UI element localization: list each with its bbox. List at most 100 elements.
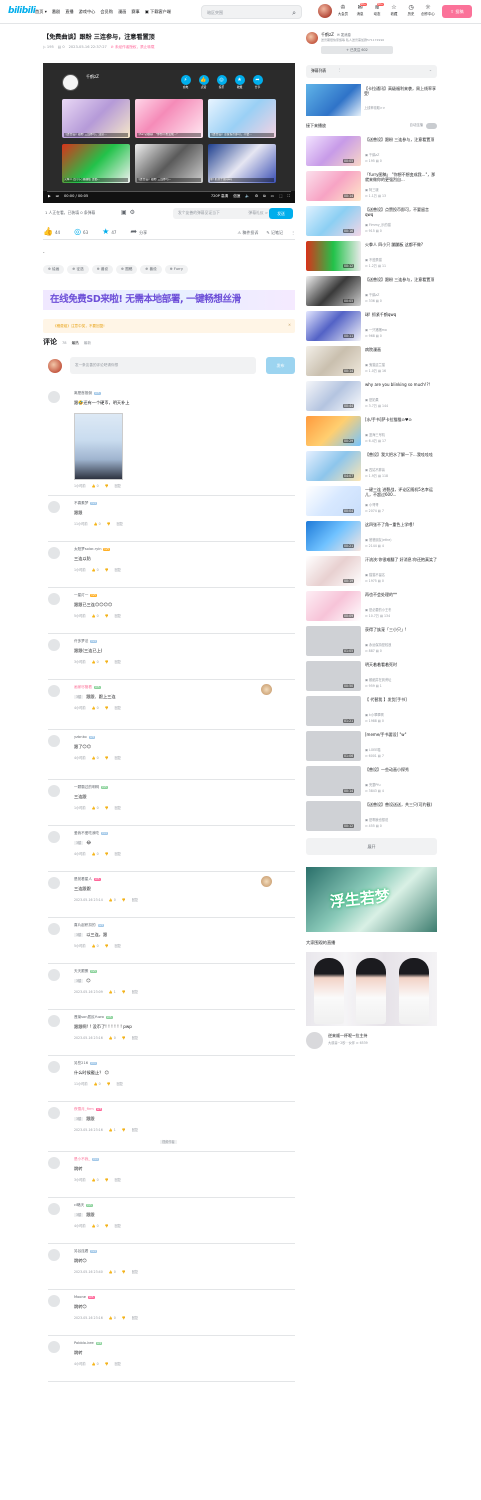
nav-item-shop[interactable]: 会员购 <box>100 9 113 14</box>
autoplay-toggle[interactable] <box>426 123 437 129</box>
reply-button[interactable]: 回复 <box>115 484 121 488</box>
reply-button[interactable]: 回复 <box>132 1036 138 1040</box>
rec-thumb[interactable]: 球! 抓紧千鹤qwq <box>208 144 276 183</box>
volume-icon[interactable]: 🔈 <box>245 194 249 199</box>
comment-like[interactable]: 👍 0 <box>94 522 101 526</box>
comment-avatar[interactable] <box>48 1015 60 1027</box>
comment-like[interactable]: 👍 0 <box>92 1178 99 1182</box>
dynamics-entry[interactable]: ≋ 99+ 动态 <box>370 3 384 16</box>
thumbs-down-icon[interactable]: 👎 <box>122 1270 126 1274</box>
recommend-title[interactable]: 这四张不了角~重色上学喂! <box>365 522 437 527</box>
webfullscreen-icon[interactable]: ⬚ <box>279 194 282 199</box>
recommend-title[interactable]: 【送兽设】跟粉 三连参与，注意看置顶 <box>365 137 437 142</box>
comment-username[interactable]: 喜片起积扣的 LV4 <box>74 923 105 928</box>
recommend-thumb[interactable]: 01:05 <box>306 626 361 656</box>
reply-button[interactable]: 回复 <box>132 1270 138 1274</box>
recommend-item[interactable]: 00:21 这四张不了角~重色上学喂! ▣ 爸爸朋友(ethe) ⊙ 2144 ▤ 4 <box>306 521 437 556</box>
comment-like[interactable]: 👍 0 <box>92 944 99 948</box>
share-button[interactable]: ➦ 分享 <box>252 75 263 90</box>
play-icon[interactable]: ▶ <box>48 194 51 199</box>
sort-hot[interactable]: 最热 <box>72 341 79 346</box>
comment-avatar[interactable] <box>48 1061 60 1073</box>
search-box[interactable]: 暗区突围 ⌕ <box>201 5 302 19</box>
favorite-button[interactable]: ★ 收藏 <box>234 75 245 90</box>
favorites-entry[interactable]: ☆ 收藏 <box>387 4 401 16</box>
nav-item-download[interactable]: ▣ 下载客户端 <box>145 9 171 14</box>
progress-bar[interactable] <box>47 191 291 192</box>
comment-avatar[interactable] <box>48 1157 60 1169</box>
thumbs-down-icon[interactable]: 👎 <box>105 852 109 856</box>
comment-avatar[interactable] <box>48 501 60 513</box>
recommend-item[interactable]: 00:50 明天着着看着死时 ▣ 都细并在到黄坛 ⊙ 959 ▤ 1 <box>306 661 437 696</box>
recommend-item[interactable]: 00:05 【送兽设】跟粉 三连参与，注意看置顶 ▣ 千鹤zZ ⊙ 195 ▤ 0 <box>306 136 437 171</box>
recommend-item[interactable]: 01:05 获得了族宠「三小只」! ▣ 永远保持是较浪 ⊙ 887 ▤ 0 <box>306 626 437 661</box>
thumbs-down-icon[interactable]: 👎 <box>105 706 109 710</box>
thumbs-down-icon[interactable]: 👎 <box>105 756 109 760</box>
thumbs-down-icon[interactable]: 👎 <box>122 898 126 902</box>
recommend-title[interactable]: 再也不会处理的** <box>365 592 437 597</box>
chevron-down-icon[interactable]: ⌄ <box>429 67 432 73</box>
reply-target[interactable]: 3楼 <box>74 841 84 846</box>
comment-like[interactable]: 👍 0 <box>109 898 116 902</box>
recommend-title[interactable]: 【兽设】一些动画小探秀 <box>365 767 437 772</box>
comment-username[interactable]: 另些216 LV4 <box>74 1061 97 1066</box>
recommend-title[interactable]: 汗流浃:你很难翻了 好消息:你还抱真笑了 <box>365 557 437 562</box>
recommend-up[interactable]: ▣ 鬼猫遗兰猫 <box>365 363 385 367</box>
comment-username[interactable]: 一星灯一 LV5 <box>74 593 97 598</box>
comment-like[interactable]: 👍 0 <box>92 852 99 856</box>
toolbar-share[interactable]: ➦ 分享 <box>130 227 147 237</box>
tag-chip[interactable]: ⊕ 兽设 <box>91 265 114 274</box>
reply-target[interactable]: 3楼 <box>74 1117 84 1122</box>
tag-chip[interactable]: ⊕ 绘画 <box>43 265 65 274</box>
expand-button[interactable]: 展开 <box>306 838 437 855</box>
comment-input[interactable]: 发一条友善的评论吧请你想 <box>70 357 256 374</box>
comment-like[interactable]: 👍 0 <box>92 756 99 760</box>
nav-item-live[interactable]: 直播 <box>65 9 73 14</box>
toolbar-coin[interactable]: ◎ 63 <box>74 227 88 237</box>
comment-like[interactable]: 👍 0 <box>92 484 99 488</box>
reply-button[interactable]: 回复 <box>115 660 121 664</box>
recommend-thumb[interactable]: 00:12 <box>306 801 361 831</box>
comment-avatar[interactable] <box>48 1203 60 1215</box>
recommend-item[interactable]: 01:21 【 代替我 】发货[手书] ▣ k小翠翠啊 ⊙ 1988 ▤ 0 <box>306 696 437 731</box>
sidebar-ad[interactable]: 浮生若梦 <box>306 867 437 932</box>
comment-avatar[interactable] <box>48 391 60 403</box>
creator-center-entry[interactable]: ☼ 创作中心 <box>421 4 435 16</box>
ad-banner[interactable]: 在线免费SD来啦! 无需本地部署, 一键畅想丝滑 <box>43 290 295 310</box>
tag-chip[interactable]: ⊕ 兽设 <box>140 265 162 274</box>
pip-icon[interactable]: ⧉ <box>263 194 266 199</box>
comment-avatar[interactable] <box>48 1341 60 1353</box>
recommend-title[interactable]: 病院漫画 <box>365 347 437 352</box>
comment-like[interactable]: 👍 0 <box>92 614 99 618</box>
promo-card[interactable]: 【卡拉通讯】高级福利来袭，周上线率享受! 上线率领取>> <box>306 84 437 119</box>
rec-thumb[interactable]: 【furry图稿】 "你想不想变成..." <box>135 99 203 138</box>
comment-username[interactable]: cl略天 LV5 <box>74 1203 93 1208</box>
thumbs-down-icon[interactable]: 👎 <box>105 806 109 810</box>
comment-username[interactable]: 不喜素梦 LV4 <box>74 501 97 506</box>
recommend-up[interactable]: ▣ 永远保持是较浪 <box>365 643 391 647</box>
recommend-thumb[interactable]: 01:21 <box>306 696 361 726</box>
charge-button[interactable]: ⚡ 充电 <box>180 75 191 90</box>
recommend-title[interactable]: 一键三连 进裂战，评论区随机5名幸运儿，不超过600... <box>365 487 437 497</box>
recommend-up[interactable]: ▣ 是啊我也想说 <box>365 818 388 822</box>
recommend-thumb[interactable]: 00:14 <box>306 766 361 796</box>
settings-icon[interactable]: ⚙ <box>255 194 258 199</box>
comment-username[interactable]: 夜雪月_firm LV5 <box>74 1107 103 1112</box>
thumbs-down-icon[interactable]: 👎 <box>122 990 126 994</box>
next-icon[interactable]: ⏭ <box>56 194 59 199</box>
recommend-up[interactable]: ▣ 小哥哥 <box>365 503 379 507</box>
recommend-up[interactable]: ▣ Fimmy_乐的猫 <box>365 223 391 227</box>
recommend-title[interactable]: 球! 抓紧千鹤qwq <box>365 312 437 317</box>
speed-selector[interactable]: 倍速 <box>233 194 240 199</box>
comment-avatar[interactable] <box>48 1107 60 1119</box>
reply-button[interactable]: 回复 <box>115 756 121 760</box>
comment-like[interactable]: 👍 0 <box>109 1036 116 1040</box>
recommend-item[interactable]: 00:29 [水/手书]萨卡拉猫猫⊙♥⊙ ▣ 蓝海三号机 ⊙ 6.4万 ▤ 17 <box>306 416 437 451</box>
post-comment-button[interactable]: 发布 <box>266 357 295 374</box>
comment-username[interactable]: 蓬莱son居民Yuwo LV5 <box>74 1015 113 1020</box>
recommend-item[interactable]: 01:06 [meme/手书要设] "w" ▣ LOEE喵 ⊙ 6001 ▤ 7 <box>306 731 437 766</box>
reply-button[interactable]: 回复 <box>115 806 121 810</box>
comment-avatar[interactable] <box>48 593 60 605</box>
recommend-thumb[interactable]: 00:44 <box>306 381 361 411</box>
reply-target[interactable]: 3楼 <box>74 933 84 938</box>
